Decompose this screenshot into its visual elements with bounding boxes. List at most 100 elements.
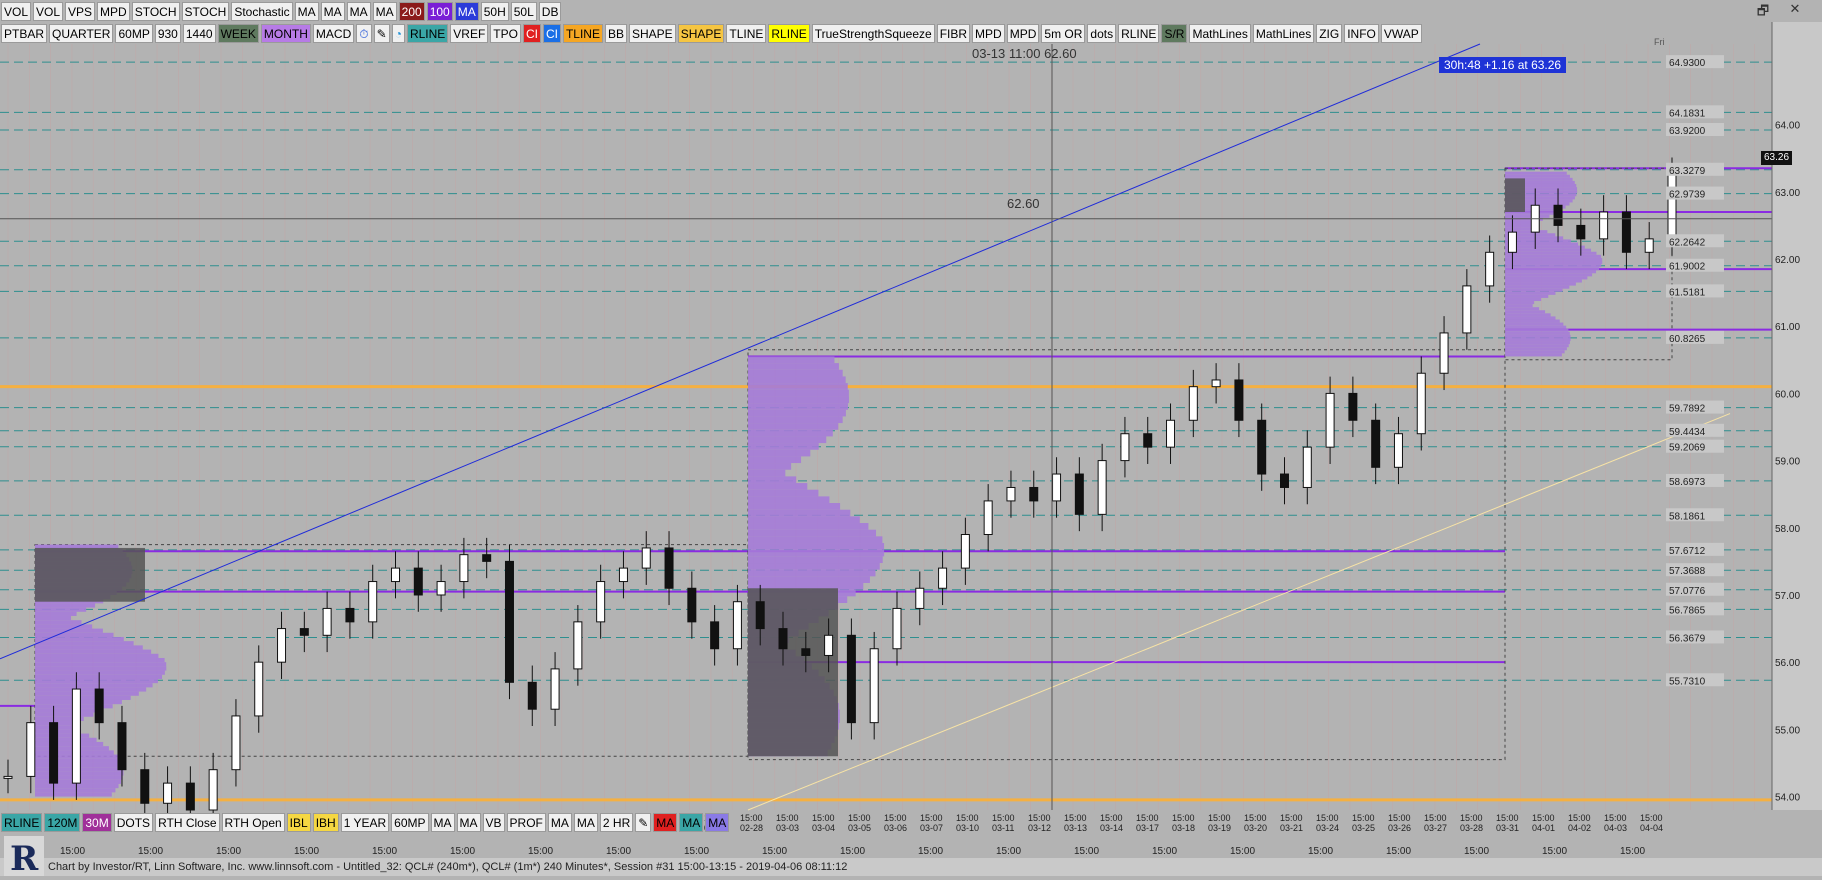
bottom-dots-button[interactable]: DOTS	[113, 812, 154, 832]
top-vps-button[interactable]: VPS	[65, 1, 96, 21]
study-930-button[interactable]: 930	[154, 23, 181, 43]
study-mpd-button[interactable]: MPD	[1006, 23, 1040, 43]
bottom-1-year-button[interactable]: 1 YEAR	[340, 812, 390, 832]
study-tpo-button[interactable]: TPO	[490, 23, 521, 43]
pencil-icon[interactable]: ✎	[635, 812, 652, 832]
bottom-rth-open-button[interactable]: RTH Open	[221, 812, 285, 832]
candle-body	[1211, 379, 1221, 388]
top-200-button[interactable]: 200	[398, 1, 425, 21]
clock-icon[interactable]: ⏱	[356, 23, 372, 43]
x-axis-time-label: 15:00	[1568, 813, 1591, 823]
bottom-rline-button[interactable]: RLINE	[1, 812, 43, 832]
bottom-rth-close-button[interactable]: RTH Close	[155, 812, 220, 832]
bottom-ma-button[interactable]: MA	[573, 812, 598, 832]
bottom-ibl-button[interactable]: IBL	[286, 812, 311, 832]
study-truestrengthsqueeze-button[interactable]: TrueStrengthSqueeze	[811, 23, 935, 43]
candle-body	[3, 775, 13, 779]
pencil-icon[interactable]: ✎	[373, 23, 390, 43]
top-stoch-button[interactable]: STOCH	[131, 1, 180, 21]
study-macd-button[interactable]: MACD	[312, 23, 355, 43]
crosshair-readout: 03-13 11:00 62.60	[972, 46, 1077, 61]
study-info-button[interactable]: INFO	[1344, 23, 1379, 43]
study-shape-button[interactable]: SHAPE	[629, 23, 676, 43]
study-week-button[interactable]: WEEK	[217, 23, 259, 43]
candle-body	[1052, 473, 1062, 502]
study-tline-button[interactable]: TLINE	[726, 23, 767, 43]
volume-profile-bar	[35, 611, 77, 616]
bottom-2-hr-button[interactable]: 2 HR	[599, 812, 634, 832]
volume-profile-bar	[35, 678, 158, 684]
bottom-120m-button[interactable]: 120M	[44, 812, 81, 832]
top-stoch-button[interactable]: STOCH	[181, 1, 230, 21]
top-ma-button[interactable]: MA	[346, 1, 371, 21]
volume-profile-bar	[748, 456, 802, 464]
top-db-button[interactable]: DB	[538, 1, 562, 21]
study-s-r-button[interactable]: S/R	[1161, 23, 1188, 43]
study-month-button[interactable]: MONTH	[260, 23, 311, 43]
x-axis-date-label: 03-28	[1460, 823, 1483, 833]
top-50l-button[interactable]: 50L	[510, 1, 537, 21]
bottom-ma-button[interactable]: MA	[653, 812, 678, 832]
level-label: 59.7892	[1669, 404, 1706, 415]
study-mpd-button[interactable]: MPD	[972, 23, 1005, 43]
study-rline-button[interactable]: RLINE	[1118, 23, 1160, 43]
study-quarter-button[interactable]: QUARTER	[49, 23, 114, 43]
top-mpd-button[interactable]: MPD	[97, 1, 130, 21]
top-vol-button[interactable]: VOL	[1, 1, 32, 21]
study-1440-button[interactable]: 1440	[182, 23, 216, 43]
study-ptbar-button[interactable]: PTBAR	[1, 23, 48, 43]
top-ma-button[interactable]: MA	[454, 1, 479, 21]
study-mathlines-button[interactable]: MathLines	[1189, 23, 1251, 43]
top-stochastic-button[interactable]: Stochastic	[231, 1, 293, 21]
day-label: Fri	[1654, 37, 1665, 47]
bottom-prof-button[interactable]: PROF	[506, 812, 546, 832]
study-ci-button[interactable]: CI	[522, 23, 541, 43]
study-rline-button[interactable]: RLINE	[406, 23, 449, 43]
x-axis-date-label: 04-03	[1604, 823, 1627, 833]
top-ma-button[interactable]: MA	[372, 1, 397, 21]
volume-profile-bar	[35, 733, 90, 738]
bottom-vb-button[interactable]: VB	[482, 812, 505, 832]
study-rline-button[interactable]: RLINE	[768, 23, 810, 43]
indicator-toolbar-second: PTBAR QUARTER 60MP 930 1440 WEEK MONTH MACD ⏱ ✎ ◔ R…	[0, 22, 1424, 44]
bottom-ibh-button[interactable]: IBH	[312, 812, 339, 832]
volume-profile-bar	[748, 489, 819, 497]
study-shape-button[interactable]: SHAPE	[677, 23, 725, 43]
price-chart[interactable]: 54.00 55.00 56.00 57.00 58.00 59.00 60.00 61.00…	[0, 0, 1822, 876]
study-bb-button[interactable]: BB	[604, 23, 627, 43]
bottom-30m-button[interactable]: 30M	[82, 812, 112, 832]
study-vwap-button[interactable]: VWAP	[1380, 23, 1422, 43]
volume-profile-bar	[748, 449, 811, 457]
study-vref-button[interactable]: VREF	[450, 23, 489, 43]
volume-profile-bar	[748, 476, 797, 484]
study-60mp-button[interactable]: 60MP	[115, 23, 153, 43]
top-ma-button[interactable]: MA	[294, 1, 319, 21]
top-100-button[interactable]: 100	[426, 1, 453, 21]
volume-profile-bar	[748, 389, 849, 397]
chart-canvas[interactable]: 54.00 55.00 56.00 57.00 58.00 59.00 60.00 61.00…	[0, 0, 1822, 876]
bottom-ma-button[interactable]: MA	[456, 812, 481, 832]
top-ma-button[interactable]: MA	[320, 1, 345, 21]
price-axis-tick: 54.00	[1775, 793, 1800, 804]
study-dots-button[interactable]: dots	[1087, 23, 1117, 43]
volume-profile-bar	[1505, 307, 1540, 311]
study-zig-button[interactable]: ZIG	[1316, 23, 1343, 43]
study-fibr-button[interactable]: FIBR	[936, 23, 971, 43]
study-ci-button[interactable]: CI	[542, 23, 561, 43]
bottom-ma-button[interactable]: MA	[705, 812, 730, 832]
restore-window-icon[interactable]: 🗗	[1752, 2, 1774, 24]
study-5m-or-button[interactable]: 5m OR	[1041, 23, 1086, 43]
bottom-60mp-button[interactable]: 60MP	[391, 812, 429, 832]
volume-profile-bar	[1505, 276, 1588, 280]
bottom-ma-button[interactable]: MA	[679, 812, 704, 832]
study-mathlines-button[interactable]: MathLines	[1252, 23, 1315, 43]
x-axis-time-label: 15:00	[1136, 813, 1159, 823]
timer-icon[interactable]: ◔	[391, 23, 405, 43]
top-vol-button[interactable]: VOL	[33, 1, 64, 21]
study-tline-button[interactable]: TLINE	[562, 23, 603, 43]
candle-body	[664, 547, 674, 589]
top-50h-button[interactable]: 50H	[480, 1, 509, 21]
bottom-ma-button[interactable]: MA	[430, 812, 455, 832]
close-window-icon[interactable]: ✕	[1784, 2, 1806, 17]
bottom-ma-button[interactable]: MA	[547, 812, 572, 832]
